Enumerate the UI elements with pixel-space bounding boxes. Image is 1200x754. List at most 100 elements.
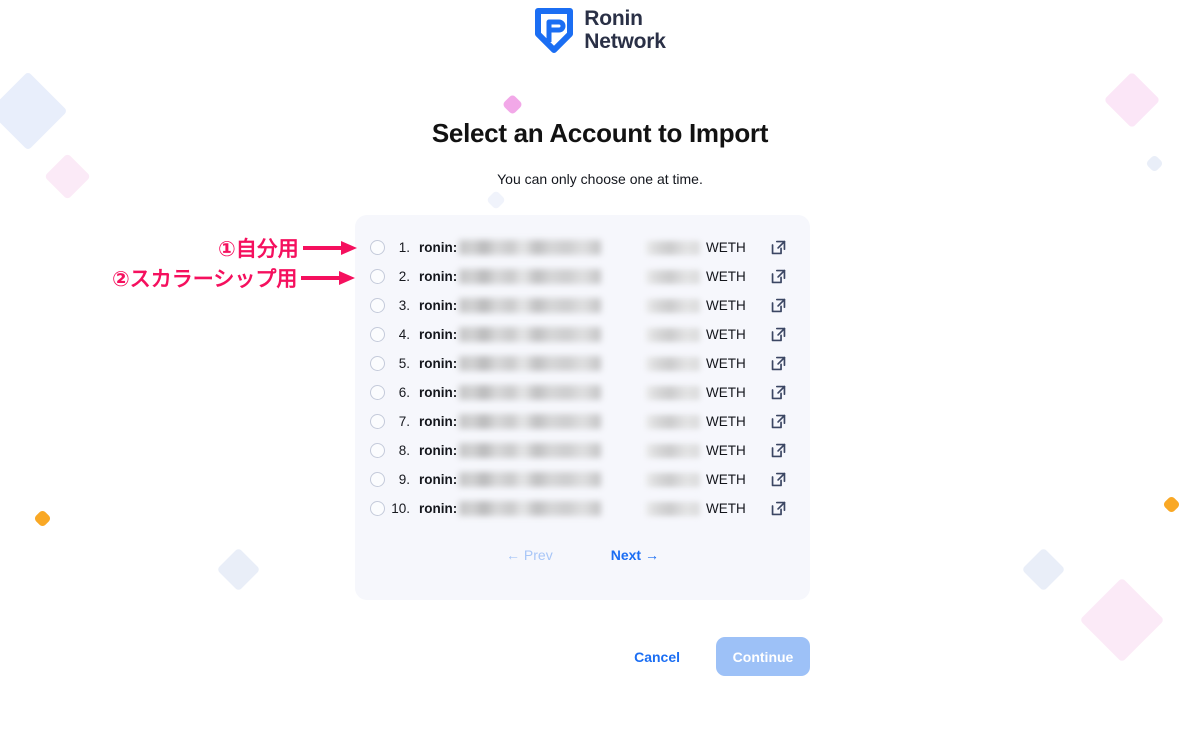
radio-unselected-icon[interactable]: [370, 472, 385, 487]
arrow-right-icon: [302, 241, 357, 255]
account-row[interactable]: 2. ronin: WETH: [355, 262, 810, 291]
radio-unselected-icon[interactable]: [370, 298, 385, 313]
radio-unselected-icon[interactable]: [370, 240, 385, 255]
account-row[interactable]: 5. ronin: WETH: [355, 349, 810, 378]
account-address-prefix: ronin:: [419, 269, 458, 284]
account-address-prefix: ronin:: [419, 298, 458, 313]
account-row[interactable]: 6. ronin: WETH: [355, 378, 810, 407]
account-row-index: 9.: [398, 472, 410, 487]
cancel-button[interactable]: Cancel: [634, 649, 680, 665]
external-link-icon[interactable]: [770, 297, 787, 314]
page-title: Select an Account to Import: [431, 118, 769, 148]
diamond-pink-bottomright: [1079, 577, 1165, 663]
external-link-icon[interactable]: [770, 500, 787, 517]
annotation-personal-use: ①自分用: [217, 233, 357, 263]
account-row-index: 5.: [398, 356, 410, 371]
external-link-icon[interactable]: [770, 384, 787, 401]
token-symbol: WETH: [706, 269, 746, 284]
account-balance-redacted: [646, 240, 700, 255]
external-link-icon[interactable]: [770, 239, 787, 256]
continue-button[interactable]: Continue: [716, 637, 810, 676]
account-address-prefix: ronin:: [419, 385, 458, 400]
diamond-white-center-low: [486, 190, 506, 210]
account-address-redacted: [459, 443, 602, 458]
account-address-prefix: ronin:: [419, 472, 458, 487]
account-balance-redacted: [646, 443, 700, 458]
account-address-redacted: [459, 472, 602, 487]
account-row-index: 7.: [398, 414, 410, 429]
token-symbol: WETH: [706, 414, 746, 429]
account-row-index: 6.: [398, 385, 410, 400]
account-row[interactable]: 9. ronin: WETH: [355, 465, 810, 494]
account-row-index: 1.: [398, 240, 410, 255]
diamond-blue-bottomright: [1021, 547, 1066, 592]
external-link-icon[interactable]: [770, 442, 787, 459]
external-link-icon[interactable]: [770, 413, 787, 430]
token-symbol: WETH: [706, 501, 746, 516]
ronin-shield-icon: [535, 8, 574, 53]
account-row[interactable]: 4. ronin: WETH: [355, 320, 810, 349]
prev-page-button[interactable]: ← Prev: [506, 547, 553, 563]
external-link-icon[interactable]: [770, 326, 787, 343]
account-balance-redacted: [646, 501, 700, 516]
token-symbol: WETH: [706, 472, 746, 487]
brand-name-line2: Network: [584, 29, 666, 53]
token-symbol: WETH: [706, 356, 746, 371]
external-link-icon[interactable]: [770, 471, 787, 488]
account-row-index: 2.: [398, 269, 410, 284]
account-balance-redacted: [646, 269, 700, 284]
pagination: ← Prev Next →: [355, 547, 810, 563]
brand-header: Ronin Network: [0, 7, 1200, 53]
account-row-index: 8.: [398, 443, 410, 458]
account-rows: 1. ronin: WETH 2. ronin: WETH 3. ronin: WETH 4. ro…: [355, 215, 810, 523]
radio-unselected-icon[interactable]: [370, 443, 385, 458]
account-address-prefix: ronin:: [419, 414, 458, 429]
account-row[interactable]: 8. ronin: WETH: [355, 436, 810, 465]
account-address-redacted: [459, 501, 602, 516]
external-link-icon[interactable]: [770, 355, 787, 372]
account-balance-redacted: [646, 327, 700, 342]
footer-actions: Cancel Continue: [0, 637, 810, 676]
radio-unselected-icon[interactable]: [370, 356, 385, 371]
account-balance-redacted: [646, 414, 700, 429]
account-balance-redacted: [646, 385, 700, 400]
radio-unselected-icon[interactable]: [370, 327, 385, 342]
account-balance-redacted: [646, 472, 700, 487]
account-row-index: 3.: [398, 298, 410, 313]
account-balance-redacted: [646, 298, 700, 313]
account-address-redacted: [459, 240, 602, 255]
token-symbol: WETH: [706, 443, 746, 458]
account-address-redacted: [459, 298, 602, 313]
annotation-scholarship-use: ②スカラーシップ用: [110, 263, 356, 293]
account-row[interactable]: 7. ronin: WETH: [355, 407, 810, 436]
account-row[interactable]: 1. ronin: WETH: [355, 233, 810, 262]
arrow-right-icon: [301, 271, 356, 285]
token-symbol: WETH: [706, 327, 746, 342]
diamond-blue-bottomleft: [216, 547, 261, 592]
brand-name: Ronin Network: [584, 7, 666, 53]
account-address-redacted: [459, 385, 602, 400]
brand-name-line1: Ronin: [584, 7, 643, 31]
radio-unselected-icon[interactable]: [370, 414, 385, 429]
account-address-prefix: ronin:: [419, 356, 458, 371]
diamond-pink-tiny-center: [501, 93, 524, 116]
token-symbol: WETH: [706, 298, 746, 313]
account-address-prefix: ronin:: [419, 501, 458, 516]
account-row[interactable]: 3. ronin: WETH: [355, 291, 810, 320]
account-address-prefix: ronin:: [419, 327, 458, 342]
next-page-button[interactable]: Next →: [611, 547, 659, 563]
page-subtitle: You can only choose one at time.: [497, 171, 703, 187]
diamond-orange-right: [1162, 495, 1181, 514]
radio-unselected-icon[interactable]: [370, 501, 385, 516]
account-row-index: 4.: [398, 327, 410, 342]
radio-unselected-icon[interactable]: [370, 269, 385, 284]
annotation-personal-use-text: ①自分用: [217, 236, 301, 263]
external-link-icon[interactable]: [770, 268, 787, 285]
annotation-scholarship-use-text: ②スカラーシップ用: [110, 266, 298, 293]
account-row-index: 10.: [391, 501, 410, 516]
radio-unselected-icon[interactable]: [370, 385, 385, 400]
account-row[interactable]: 10. ronin: WETH: [355, 494, 810, 523]
diamond-blue-tiny-right: [1145, 154, 1164, 173]
account-address-redacted: [459, 414, 602, 429]
account-list-card: 1. ronin: WETH 2. ronin: WETH 3. ronin: WETH 4. ro…: [355, 215, 810, 600]
